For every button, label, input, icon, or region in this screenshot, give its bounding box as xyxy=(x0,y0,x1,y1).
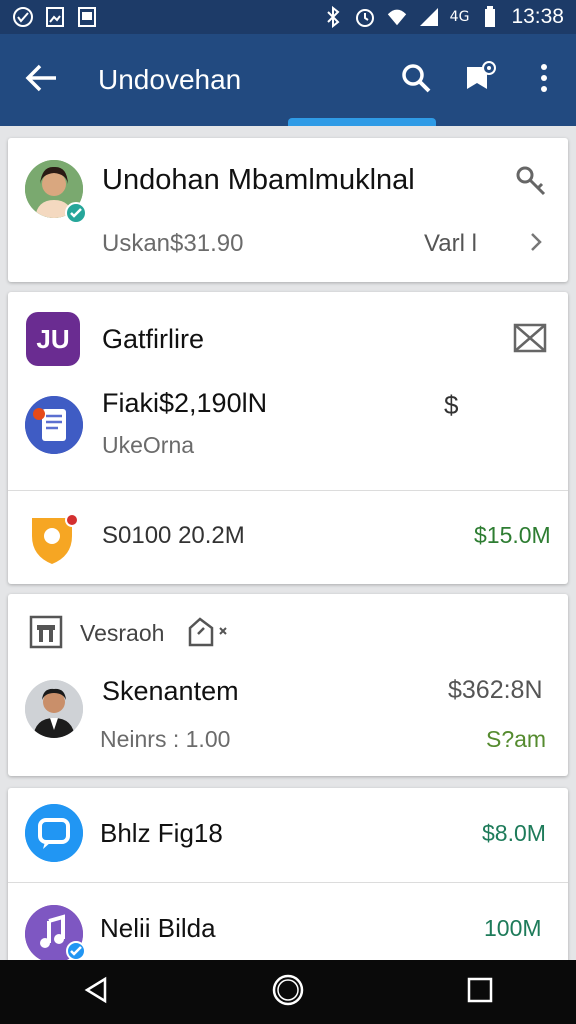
document-app-icon xyxy=(25,396,83,454)
app-logo-text: JU xyxy=(36,323,70,354)
photo-icon xyxy=(44,6,66,28)
more-options-button[interactable] xyxy=(512,34,576,126)
chat-app-icon xyxy=(25,804,83,862)
verified-badge-icon xyxy=(66,941,86,961)
person-value-sub: S?am xyxy=(486,726,547,752)
alarm-icon xyxy=(354,6,376,28)
person-sub: Neinrs : 1.00 xyxy=(100,726,231,752)
key-icon[interactable] xyxy=(514,164,548,203)
profile-card[interactable]: Undohan Mbamlmuklnal Uskan$31.90 Varl l xyxy=(8,138,568,282)
bluetooth-icon xyxy=(322,6,344,28)
system-nav-bar xyxy=(0,960,576,1024)
item-trailing: $ xyxy=(444,390,459,420)
arrow-back-icon xyxy=(24,63,58,98)
signal-icon xyxy=(418,6,440,28)
triangle-back-icon xyxy=(81,975,111,1010)
mail-icon[interactable] xyxy=(512,320,548,361)
item-title: Nelii Bilda xyxy=(100,913,216,943)
person-name: Skenantem xyxy=(102,676,239,706)
list-card: Bhlz Fig18 $8.0M Nelii Bilda 100M xyxy=(8,788,568,988)
app-card: JU Gatfirlire Fiaki$2,190lN $ UkeOrna S0… xyxy=(8,292,568,584)
network-text: 4G xyxy=(449,9,470,25)
app-logo-icon: JU xyxy=(26,312,80,366)
list-item[interactable]: Fiaki$2,190lN $ UkeOrna xyxy=(8,388,568,488)
app-title: Gatfirlire xyxy=(102,324,205,354)
page-title: Undovehan xyxy=(98,64,242,95)
list-item[interactable]: Skenantem $362:8N Neinrs : 1.00 S?am xyxy=(8,664,568,774)
section-header: Vesraoh xyxy=(80,620,165,646)
more-vert-icon xyxy=(539,63,549,98)
avatar xyxy=(25,680,83,738)
list-item[interactable]: Bhlz Fig18 $8.0M xyxy=(8,788,568,882)
flag-button[interactable] xyxy=(448,34,512,126)
nav-recents-button[interactable] xyxy=(448,960,512,1024)
search-button[interactable] xyxy=(384,34,448,126)
building-icon xyxy=(28,614,64,655)
verified-check-icon xyxy=(65,202,87,224)
tab-indicator xyxy=(288,118,436,126)
nav-back-button[interactable] xyxy=(64,960,128,1024)
shield-badge-icon xyxy=(28,513,84,571)
wifi-icon xyxy=(386,6,408,28)
image-icon xyxy=(76,6,98,28)
status-bar: 4G 13:38 xyxy=(0,0,576,34)
person-value: $362:8N xyxy=(448,676,543,704)
list-item[interactable]: S0100 20.2M $15.0M xyxy=(8,490,568,584)
person-card: Vesraoh Skenantem $362:8N Neinrs : 1.00 … xyxy=(8,594,568,776)
item-value: $15.0M xyxy=(474,522,551,548)
check-circle-icon xyxy=(12,6,34,28)
back-button[interactable] xyxy=(0,34,82,126)
contact-name: Undohan Mbamlmuklnal xyxy=(102,164,415,196)
item-title: Fiaki$2,190lN xyxy=(102,388,268,418)
flag-icon xyxy=(463,60,497,100)
chevron-right-icon[interactable] xyxy=(528,230,544,259)
status-time: 13:38 xyxy=(511,5,564,28)
side-text: Varl l xyxy=(424,230,477,257)
circle-home-icon xyxy=(271,973,305,1012)
nav-home-button[interactable] xyxy=(256,960,320,1024)
item-sub: UkeOrna xyxy=(102,432,195,458)
item-title: Bhlz Fig18 xyxy=(100,818,223,848)
item-value: $8.0M xyxy=(482,820,546,846)
search-icon xyxy=(400,62,432,99)
item-title: S0100 20.2M xyxy=(102,522,245,549)
app-bar: Undovehan xyxy=(0,34,576,126)
battery-icon xyxy=(479,6,501,28)
balance-text: Uskan$31.90 xyxy=(102,230,244,257)
square-recents-icon xyxy=(466,976,494,1009)
tag-icon[interactable] xyxy=(186,616,230,653)
item-value: 100M xyxy=(484,915,542,941)
